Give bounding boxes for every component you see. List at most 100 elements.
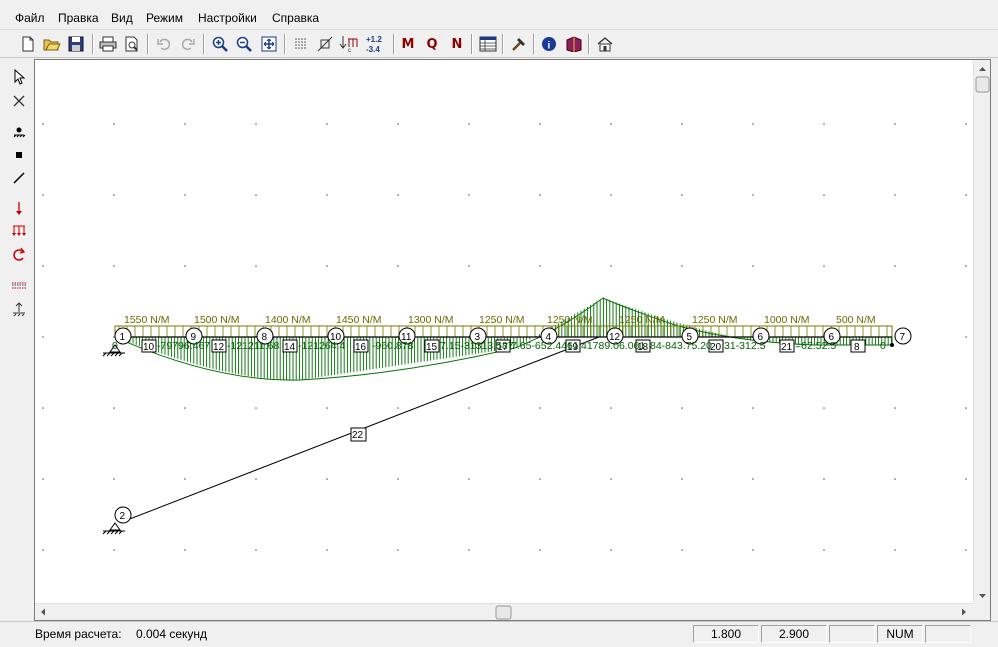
calc-time-value: 0.004 секунд xyxy=(136,627,208,641)
diagram-value: -960.878 xyxy=(372,340,414,352)
info-icon[interactable]: i xyxy=(538,33,560,55)
svg-text:7: 7 xyxy=(900,332,906,343)
element-label-10[interactable]: 10 xyxy=(141,339,157,353)
zoom-fit-icon[interactable] xyxy=(258,33,280,55)
horizontal-scrollbar[interactable] xyxy=(35,603,974,620)
element-label-14[interactable]: 14 xyxy=(282,339,298,353)
status-empty-2 xyxy=(925,625,971,643)
menu-view[interactable]: Вид xyxy=(111,11,133,25)
svg-text:-3.4: -3.4 xyxy=(366,45,380,54)
grid-icon[interactable] xyxy=(290,33,312,55)
load-label: 1000 N/M xyxy=(764,314,810,326)
numbers-icon[interactable]: +1.2 -3.4 xyxy=(364,33,390,55)
moment-load-icon[interactable] xyxy=(7,244,31,266)
load-label: 1550 N/M xyxy=(124,314,170,326)
diagram-value: 31-312.5 xyxy=(724,340,766,352)
diagram-value: 7.65-652.4461 xyxy=(511,340,579,352)
structure-drawing[interactable]: 1550 N/M 1500 N/M 1400 N/M 1450 N/M 1300… xyxy=(35,60,974,605)
load-label: 1500 N/M xyxy=(194,314,240,326)
element-label-21[interactable]: 21 xyxy=(779,339,795,353)
element-label-8[interactable]: 8 xyxy=(850,339,866,353)
menu-bar: Файл Правка Вид Режим Настройки Справка xyxy=(0,8,998,30)
load-label: 1450 N/M xyxy=(336,314,382,326)
zoom-out-icon[interactable] xyxy=(233,33,255,55)
coord-y: 2.900 xyxy=(761,625,827,643)
calc-time-label: Время расчета: xyxy=(35,627,122,641)
values-icon[interactable]: c xyxy=(338,33,360,55)
support-node-icon[interactable] xyxy=(7,121,31,143)
num-lock-indicator: NUM xyxy=(877,625,923,643)
shear-diagram-button[interactable]: Q xyxy=(421,33,443,55)
open-folder-icon[interactable] xyxy=(41,33,63,55)
distributed-load-icon[interactable] xyxy=(7,220,31,242)
tools-sidebar xyxy=(4,60,34,330)
node-2[interactable]: 2 xyxy=(114,506,132,524)
main-toolbar: c +1.2 -3.4 M Q N i xyxy=(0,30,998,58)
diagram-value: 0 xyxy=(112,340,118,352)
diagram-value: -79796.467 xyxy=(157,340,210,352)
vertical-scrollbar[interactable] xyxy=(973,60,990,605)
print-preview-icon[interactable] xyxy=(121,33,143,55)
distributed-load xyxy=(114,325,893,338)
hammer-icon[interactable] xyxy=(508,33,530,55)
table-icon[interactable] xyxy=(477,33,499,55)
status-empty xyxy=(829,625,875,643)
load-label: 1400 N/M xyxy=(265,314,311,326)
svg-text:21: 21 xyxy=(781,342,793,353)
menu-mode[interactable]: Режим xyxy=(146,11,183,25)
pin-support-2 xyxy=(102,522,125,535)
node-7[interactable]: 7 xyxy=(894,327,912,345)
scroll-corner xyxy=(973,603,990,620)
normal-diagram-button[interactable]: N xyxy=(446,33,468,55)
roller-support-7 xyxy=(890,343,894,347)
load-label: 1250 N/M xyxy=(547,314,593,326)
moment-diagram-button[interactable]: M xyxy=(397,33,419,55)
status-bar: Время расчета: 0.004 секунд 1.800 2.900 … xyxy=(0,621,998,647)
menu-file[interactable]: Файл xyxy=(15,11,45,25)
svg-text:10: 10 xyxy=(143,342,155,353)
delete-cross-icon[interactable] xyxy=(7,90,31,112)
svg-text:1: 1 xyxy=(120,332,126,343)
menu-edit[interactable]: Правка xyxy=(58,11,99,25)
drawing-canvas[interactable]: 1550 N/M 1500 N/M 1400 N/M 1450 N/M 1300… xyxy=(34,59,991,621)
node-icon[interactable] xyxy=(7,144,31,166)
point-load-icon[interactable] xyxy=(7,198,31,220)
displacement-icon[interactable] xyxy=(7,299,31,321)
redo-icon[interactable] xyxy=(177,33,199,55)
book-icon[interactable] xyxy=(563,33,585,55)
svg-text:i: i xyxy=(548,41,551,52)
diagram-value: 0 xyxy=(880,340,886,352)
diagram-value: -121264.4 xyxy=(298,340,345,352)
diagram-value: 41789.06.061 xyxy=(581,340,645,352)
svg-text:c: c xyxy=(348,48,351,53)
print-icon[interactable] xyxy=(97,33,119,55)
zoom-in-icon[interactable] xyxy=(209,33,231,55)
save-icon[interactable] xyxy=(65,33,87,55)
diagram-value: -121211.68 xyxy=(227,340,280,352)
svg-text:22: 22 xyxy=(352,430,364,441)
element-label-22[interactable]: 22 xyxy=(350,427,367,442)
undo-icon[interactable] xyxy=(153,33,175,55)
svg-text:12: 12 xyxy=(213,342,225,353)
bar-element-icon[interactable] xyxy=(7,167,31,189)
temperature-load-icon[interactable] xyxy=(7,275,31,297)
element-label-16[interactable]: 16 xyxy=(353,339,369,353)
element-label-12[interactable]: 12 xyxy=(211,339,227,353)
diagram-value: 7.15-31313.587 xyxy=(440,340,514,352)
select-arrow-icon[interactable] xyxy=(7,66,31,88)
load-label: 1250 N/M xyxy=(619,314,665,326)
load-label: 500 N/M xyxy=(836,314,876,326)
new-file-icon[interactable] xyxy=(17,33,39,55)
svg-text:16: 16 xyxy=(355,342,367,353)
svg-text:14: 14 xyxy=(284,342,296,353)
load-label: 1250 N/M xyxy=(479,314,525,326)
svg-text:8: 8 xyxy=(854,342,860,353)
diagram-value: =62.52.5 xyxy=(795,340,836,352)
snap-icon[interactable] xyxy=(314,33,336,55)
svg-text:15: 15 xyxy=(426,342,438,353)
menu-help[interactable]: Справка xyxy=(272,11,319,25)
menu-settings[interactable]: Настройки xyxy=(198,11,257,25)
home-icon[interactable] xyxy=(594,33,616,55)
element-label-15[interactable]: 15 xyxy=(424,339,440,353)
coord-x: 1.800 xyxy=(693,625,759,643)
